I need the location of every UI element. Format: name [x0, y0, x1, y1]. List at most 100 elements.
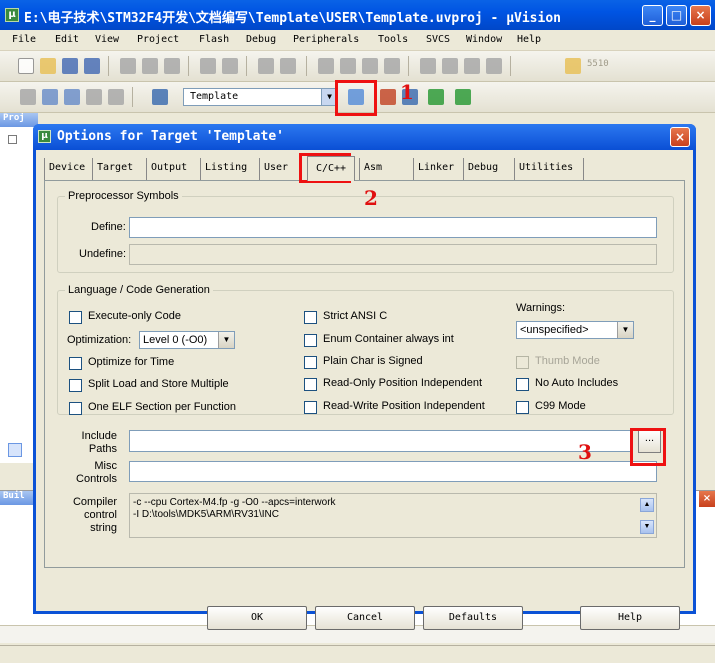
- translate-icon[interactable]: [20, 89, 36, 105]
- rebuild-icon[interactable]: [64, 89, 80, 105]
- menu-tools[interactable]: Tools: [378, 34, 408, 45]
- tab-device[interactable]: Device: [44, 158, 92, 180]
- tab-user[interactable]: User: [259, 158, 303, 180]
- c99-mode-checkbox[interactable]: [516, 401, 529, 414]
- unindent-icon[interactable]: [442, 58, 458, 74]
- bookmark-next-icon[interactable]: [362, 58, 378, 74]
- file-toolbar: 5510: [0, 51, 715, 82]
- code-generation-group: Language / Code Generation: [57, 284, 674, 415]
- menu-help[interactable]: Help: [517, 34, 541, 45]
- compiler-control-string[interactable]: -c --cpu Cortex-M4.fp -g -O0 --apcs=inte…: [129, 493, 657, 538]
- new-file-icon[interactable]: [18, 58, 34, 74]
- cancel-button[interactable]: Cancel: [315, 606, 415, 630]
- window-title-bar[interactable]: μ E:\电子技术\STM32F4开发\文档编写\Template\USER\T…: [0, 0, 715, 30]
- maximize-button[interactable]: □: [666, 5, 687, 26]
- target-select[interactable]: Template ▼: [183, 88, 338, 106]
- ro-position-checkbox[interactable]: [304, 378, 317, 391]
- scroll-down-icon[interactable]: ▼: [640, 520, 654, 534]
- close-window-button[interactable]: ×: [690, 5, 711, 26]
- menu-svcs[interactable]: SVCS: [426, 34, 450, 45]
- batch-build-icon[interactable]: [86, 89, 102, 105]
- toolbar-separator: [408, 56, 409, 76]
- optimize-time-label: Optimize for Time: [88, 356, 175, 368]
- menu-view[interactable]: View: [95, 34, 119, 45]
- ok-button[interactable]: OK: [207, 606, 307, 630]
- rw-position-checkbox[interactable]: [304, 401, 317, 414]
- open-folder-icon[interactable]: [40, 58, 56, 74]
- find-in-files-icon[interactable]: [565, 58, 581, 74]
- tab-target[interactable]: Target: [92, 158, 146, 180]
- bookmark-icon[interactable]: [318, 58, 334, 74]
- undo-icon[interactable]: [200, 58, 216, 74]
- no-auto-includes-checkbox[interactable]: [516, 378, 529, 391]
- compiler-string-label-3: string: [90, 522, 117, 534]
- navigate-back-icon[interactable]: [258, 58, 274, 74]
- paste-icon[interactable]: [164, 58, 180, 74]
- navigate-forward-icon[interactable]: [280, 58, 296, 74]
- project-tab-icon[interactable]: [8, 443, 22, 457]
- save-icon[interactable]: [62, 58, 78, 74]
- strict-ansi-checkbox[interactable]: [304, 311, 317, 324]
- menu-window[interactable]: Window: [466, 34, 502, 45]
- uncomment-icon[interactable]: [486, 58, 502, 74]
- download-load-icon[interactable]: [152, 89, 168, 105]
- save-all-icon[interactable]: [84, 58, 100, 74]
- misc-controls-input[interactable]: [129, 461, 657, 482]
- indent-icon[interactable]: [420, 58, 436, 74]
- tab-linker[interactable]: Linker: [413, 158, 463, 180]
- one-elf-checkbox[interactable]: [69, 402, 82, 415]
- tab-c-cpp[interactable]: C/C++: [307, 156, 355, 181]
- toolbar-separator: [246, 56, 247, 76]
- browse-button-highlight: [630, 428, 666, 466]
- tab-utilities[interactable]: Utilities: [514, 158, 584, 180]
- execute-only-label: Execute-only Code: [88, 310, 181, 322]
- run-time-environment-icon[interactable]: [428, 89, 444, 105]
- build-icon[interactable]: [42, 89, 58, 105]
- thumb-mode-checkbox: [516, 356, 529, 369]
- tab-output[interactable]: Output: [146, 158, 200, 180]
- optimize-time-checkbox[interactable]: [69, 357, 82, 370]
- tree-expand-icon[interactable]: [8, 135, 17, 144]
- redo-icon[interactable]: [222, 58, 238, 74]
- enum-container-checkbox[interactable]: [304, 334, 317, 347]
- chevron-down-icon[interactable]: ▼: [617, 322, 633, 338]
- preprocessor-legend: Preprocessor Symbols: [68, 190, 179, 202]
- bookmark-clear-icon[interactable]: [384, 58, 400, 74]
- menu-edit[interactable]: Edit: [55, 34, 79, 45]
- tab-debug[interactable]: Debug: [463, 158, 514, 180]
- dialog-close-button[interactable]: ×: [670, 127, 690, 147]
- menu-project[interactable]: Project: [137, 34, 179, 45]
- tab-listing[interactable]: Listing: [200, 158, 259, 180]
- tab-asm[interactable]: Asm: [359, 158, 413, 180]
- cut-icon[interactable]: [120, 58, 136, 74]
- menu-peripherals[interactable]: Peripherals: [293, 34, 359, 45]
- bookmark-prev-icon[interactable]: [340, 58, 356, 74]
- menu-flash[interactable]: Flash: [199, 34, 229, 45]
- menu-file[interactable]: File: [12, 34, 36, 45]
- split-load-checkbox[interactable]: [69, 379, 82, 392]
- file-extensions-icon[interactable]: [380, 89, 396, 105]
- scroll-up-icon[interactable]: ▲: [640, 498, 654, 512]
- menu-debug[interactable]: Debug: [246, 34, 276, 45]
- dialog-title-bar[interactable]: μ Options for Target 'Template' ×: [33, 124, 696, 150]
- execute-only-checkbox[interactable]: [69, 311, 82, 324]
- comment-icon[interactable]: [464, 58, 480, 74]
- chevron-down-icon[interactable]: ▼: [218, 332, 234, 348]
- help-button[interactable]: Help: [580, 606, 680, 630]
- build-pane-close-icon[interactable]: ×: [699, 491, 715, 507]
- pack-installer-icon[interactable]: [455, 89, 471, 105]
- defaults-button[interactable]: Defaults: [423, 606, 523, 630]
- warnings-select[interactable]: <unspecified> ▼: [516, 321, 634, 339]
- toolbar-separator: [306, 56, 307, 76]
- optimization-select[interactable]: Level 0 (-O0) ▼: [139, 331, 235, 349]
- code-generation-legend: Language / Code Generation: [68, 284, 210, 296]
- define-input[interactable]: [129, 217, 657, 238]
- include-paths-input[interactable]: [129, 430, 633, 452]
- minimize-button[interactable]: _: [642, 5, 663, 26]
- plain-char-checkbox[interactable]: [304, 356, 317, 369]
- c-cpp-tab-page: Preprocessor Symbols Define: Undefine: L…: [44, 180, 685, 568]
- copy-icon[interactable]: [142, 58, 158, 74]
- stop-build-icon[interactable]: [108, 89, 124, 105]
- find-text[interactable]: 5510: [587, 59, 609, 69]
- annotation-3: 3: [578, 440, 592, 464]
